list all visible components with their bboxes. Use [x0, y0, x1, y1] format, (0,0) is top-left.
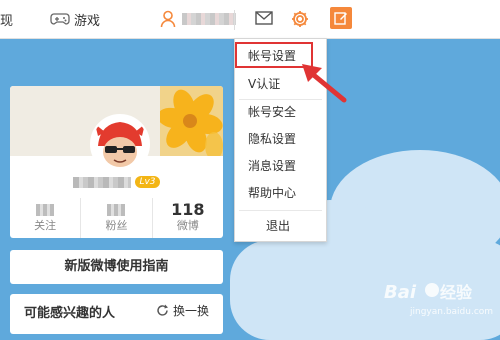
user-icon [160, 10, 176, 28]
stat-followers[interactable]: 粉丝 [80, 198, 151, 238]
nav-game[interactable]: 游戏 [50, 0, 100, 38]
menu-item-privacy-settings[interactable]: 隐私设置 [235, 126, 326, 152]
svg-text:jingyan.baidu.com: jingyan.baidu.com [409, 307, 493, 317]
refresh-label: 换一换 [173, 304, 210, 318]
menu-item-logout[interactable]: 退出 [235, 213, 326, 239]
gear-icon[interactable] [290, 9, 310, 29]
menu-item-message-settings[interactable]: 消息设置 [235, 153, 326, 179]
profile-name-blurred[interactable] [73, 176, 132, 188]
top-nav-bar: 发现 游戏 [0, 0, 500, 39]
user-name-blurred [182, 13, 236, 25]
nav-discover-label: 发现 [0, 13, 14, 29]
stat-posts[interactable]: 118 微博 [151, 198, 223, 238]
stat-following[interactable]: 关注 [10, 198, 80, 238]
profile-name-row: Lv3 [10, 176, 223, 188]
menu-item-help-center[interactable]: 帮助中心 [235, 180, 326, 206]
baidu-watermark-logo: Bai 经验 jingyan.baidu.com [384, 282, 493, 317]
stat-following-value [36, 204, 55, 216]
nav-divider [234, 10, 235, 30]
refresh-icon [157, 304, 168, 316]
recommend-panel: 可能感兴趣的人 换一换 [10, 294, 223, 334]
stat-followers-value [107, 204, 126, 216]
avatar-image [92, 116, 148, 172]
stat-following-label: 关注 [34, 219, 57, 232]
profile-card: Lv3 关注 粉丝 118 微博 [10, 86, 223, 238]
edit-button[interactable] [330, 7, 352, 29]
stat-followers-label: 粉丝 [105, 219, 128, 232]
avatar[interactable] [90, 114, 150, 174]
mail-icon[interactable] [255, 11, 273, 25]
nav-discover[interactable]: 发现 [0, 0, 13, 38]
refresh-button[interactable]: 换一换 [156, 302, 209, 319]
edit-icon [334, 12, 347, 25]
menu-divider [239, 210, 322, 211]
stat-posts-label: 微博 [176, 219, 199, 232]
nav-game-label: 游戏 [74, 13, 101, 29]
red-arrow-annotation [302, 64, 347, 103]
gamepad-icon [50, 13, 70, 25]
level-badge[interactable]: Lv3 [135, 176, 160, 188]
flower-image [160, 86, 223, 156]
svg-text:Bai: Bai [384, 282, 417, 303]
nav-user[interactable] [160, 0, 236, 38]
profile-stats: 关注 粉丝 118 微博 [10, 198, 223, 238]
guide-button[interactable]: 新版微博使用指南 [10, 250, 223, 284]
recommend-title: 可能感兴趣的人 [24, 306, 116, 321]
stat-posts-value: 118 [171, 200, 205, 219]
svg-text:经验: 经验 [440, 283, 473, 302]
